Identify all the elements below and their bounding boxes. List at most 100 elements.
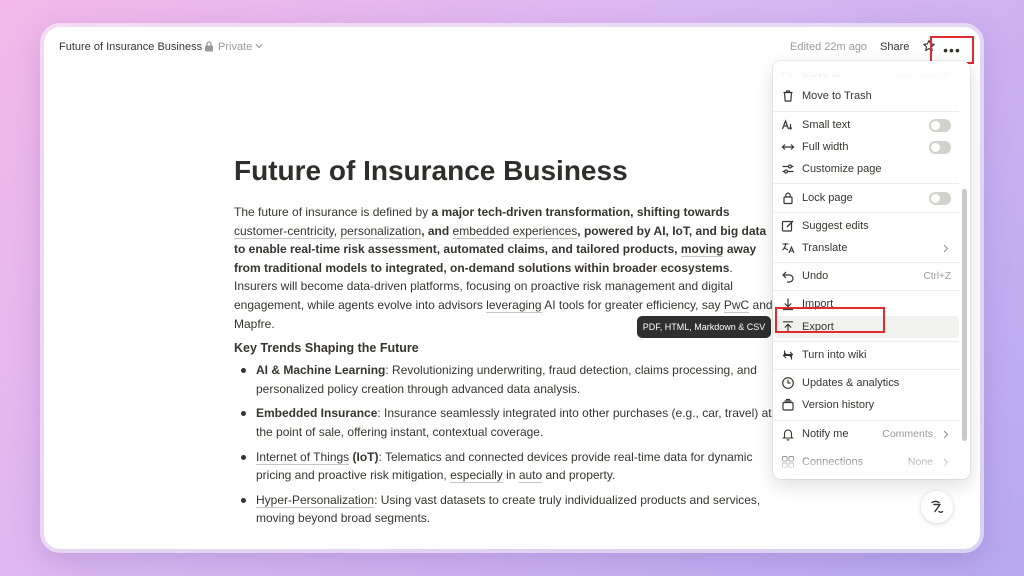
menu-divider bbox=[773, 111, 959, 112]
list-item[interactable]: AI & Machine Learning: Revolutionizing u… bbox=[234, 361, 774, 398]
menu-item-customize-page[interactable]: Customize page bbox=[773, 158, 959, 180]
page-options-menu: Move to Ctrl+Shift+P Move to Trash Small… bbox=[773, 61, 970, 479]
menu-divider bbox=[773, 290, 959, 291]
menu-item-undo[interactable]: Undo Ctrl+Z bbox=[773, 265, 959, 287]
intro-text: The future of insurance is defined by bbox=[234, 205, 432, 219]
menu-item-label: Small text bbox=[802, 119, 851, 131]
trend-link[interactable]: especially bbox=[450, 468, 503, 484]
menu-item-label: Move to Trash bbox=[802, 90, 872, 102]
connections-icon bbox=[781, 455, 795, 469]
menu-divider bbox=[773, 369, 959, 370]
menu-divider bbox=[773, 212, 959, 213]
menu-divider bbox=[773, 420, 959, 421]
trend-text: in bbox=[502, 468, 519, 483]
intro-bold: a major tech-driven transformation, shif… bbox=[431, 205, 730, 219]
export-tooltip: PDF, HTML, Markdown & CSV bbox=[637, 316, 771, 338]
more-options-button[interactable]: ••• bbox=[930, 36, 974, 64]
menu-item-suggest-edits[interactable]: Suggest edits bbox=[773, 215, 959, 237]
expand-horizontal-icon bbox=[781, 144, 795, 150]
intro-text: AI tools for greater efficiency, say bbox=[541, 297, 724, 312]
full-width-toggle[interactable] bbox=[929, 140, 951, 154]
chevron-right-icon bbox=[943, 430, 949, 438]
trend-head-link[interactable]: Hyper-Personalization bbox=[256, 492, 375, 508]
intro-link[interactable]: leveraging bbox=[486, 297, 542, 313]
small-text-toggle[interactable] bbox=[929, 118, 951, 132]
intro-bold: , and bbox=[421, 223, 453, 238]
menu-item-label: Customize page bbox=[802, 163, 882, 175]
menu-divider bbox=[773, 341, 959, 342]
document-title[interactable]: Future of Insurance Business bbox=[234, 155, 774, 187]
menu-item-label: Connections bbox=[802, 456, 864, 468]
menu-item-value: Comments bbox=[882, 428, 933, 440]
arrow-right-icon bbox=[782, 69, 793, 77]
intro-paragraph[interactable]: The future of insurance is defined by a … bbox=[234, 203, 774, 333]
menu-item-translate[interactable]: Translate bbox=[773, 237, 959, 259]
ai-assistant-button[interactable] bbox=[921, 491, 953, 523]
trend-head: Embedded Insurance bbox=[256, 406, 378, 421]
intro-link[interactable]: customer-centricity bbox=[234, 223, 334, 239]
visibility-label[interactable]: Private bbox=[218, 41, 252, 53]
menu-divider bbox=[773, 262, 959, 263]
menu-item-shortcut: Ctrl+Shift+P bbox=[897, 68, 951, 80]
menu-item-label: Turn into wiki bbox=[802, 349, 867, 361]
menu-item-move-to[interactable]: Move to Ctrl+Shift+P bbox=[773, 63, 959, 85]
more-icon: ••• bbox=[943, 42, 961, 58]
chevron-right-icon bbox=[943, 244, 949, 252]
menu-item-connections[interactable]: Connections None bbox=[773, 451, 959, 473]
menu-item-label: Move to bbox=[802, 68, 842, 80]
menu-item-small-text[interactable]: Small text bbox=[773, 114, 959, 136]
trend-head: AI & Machine Learning bbox=[256, 363, 386, 378]
export-highlight-box bbox=[775, 307, 885, 333]
trends-list: AI & Machine Learning: Revolutionizing u… bbox=[234, 361, 774, 528]
menu-item-label: Lock page bbox=[802, 192, 853, 204]
menu-item-label: Suggest edits bbox=[802, 220, 869, 232]
menu-item-label: Translate bbox=[802, 242, 848, 254]
text-size-icon bbox=[781, 119, 793, 130]
intro-link[interactable]: moving bbox=[680, 242, 724, 258]
intro-link[interactable]: personalization bbox=[340, 223, 422, 239]
menu-item-lock-page[interactable]: Lock page bbox=[773, 187, 959, 209]
edited-timestamp: Edited 22m ago bbox=[790, 41, 868, 53]
menu-item-label: Full width bbox=[802, 141, 849, 153]
menu-item-notify-me[interactable]: Notify me Comments bbox=[773, 423, 959, 445]
chevron-down-icon[interactable] bbox=[255, 43, 263, 49]
translate-icon bbox=[782, 243, 795, 254]
trend-link[interactable]: auto bbox=[518, 468, 543, 484]
lock-page-toggle[interactable] bbox=[929, 191, 951, 205]
menu-item-version-history[interactable]: Version history bbox=[773, 394, 959, 416]
trends-subheading[interactable]: Key Trends Shaping the Future bbox=[234, 341, 774, 355]
trend-text: and property. bbox=[542, 468, 616, 483]
document-body: Future of Insurance Business The future … bbox=[234, 155, 774, 534]
intro-link[interactable]: embedded experiences bbox=[452, 223, 578, 239]
chevron-right-icon bbox=[943, 458, 949, 466]
breadcrumb-page-title[interactable]: Future of Insurance Business bbox=[59, 41, 202, 53]
bell-icon bbox=[782, 429, 794, 441]
list-item[interactable]: Internet of Things (IoT): Telematics and… bbox=[234, 448, 774, 485]
trend-head-link[interactable]: Internet of Things bbox=[256, 449, 350, 465]
intro-link[interactable]: PwC bbox=[723, 297, 750, 313]
menu-item-turn-into-wiki[interactable]: Turn into wiki bbox=[773, 344, 959, 366]
list-item[interactable]: Embedded Insurance: Insurance seamlessly… bbox=[234, 404, 774, 441]
share-button[interactable]: Share bbox=[880, 41, 909, 53]
menu-item-label: Version history bbox=[802, 399, 875, 411]
undo-icon bbox=[782, 271, 794, 283]
menu-item-label: Updates & analytics bbox=[802, 377, 900, 389]
ai-face-icon bbox=[931, 500, 944, 513]
app-window: Future of Insurance Business Private Edi… bbox=[44, 27, 980, 549]
menu-scrollbar[interactable] bbox=[962, 189, 967, 441]
menu-divider bbox=[773, 183, 959, 184]
trend-sep: : bbox=[374, 492, 381, 507]
clock-icon bbox=[782, 377, 794, 389]
list-item[interactable]: Hyper-Personalization: Using vast datase… bbox=[234, 491, 774, 528]
menu-item-updates-analytics[interactable]: Updates & analytics bbox=[773, 372, 959, 394]
edit-icon bbox=[781, 220, 794, 232]
menu-item-move-to-trash[interactable]: Move to Trash bbox=[773, 85, 959, 107]
sliders-icon bbox=[782, 164, 794, 174]
menu-item-full-width[interactable]: Full width bbox=[773, 136, 959, 158]
lock-icon bbox=[205, 41, 213, 52]
menu-item-label: Notify me bbox=[802, 428, 849, 440]
history-icon bbox=[782, 398, 794, 411]
trend-head: (IoT) bbox=[349, 449, 379, 464]
menu-item-label: Undo bbox=[802, 270, 829, 282]
trash-icon bbox=[783, 90, 793, 102]
